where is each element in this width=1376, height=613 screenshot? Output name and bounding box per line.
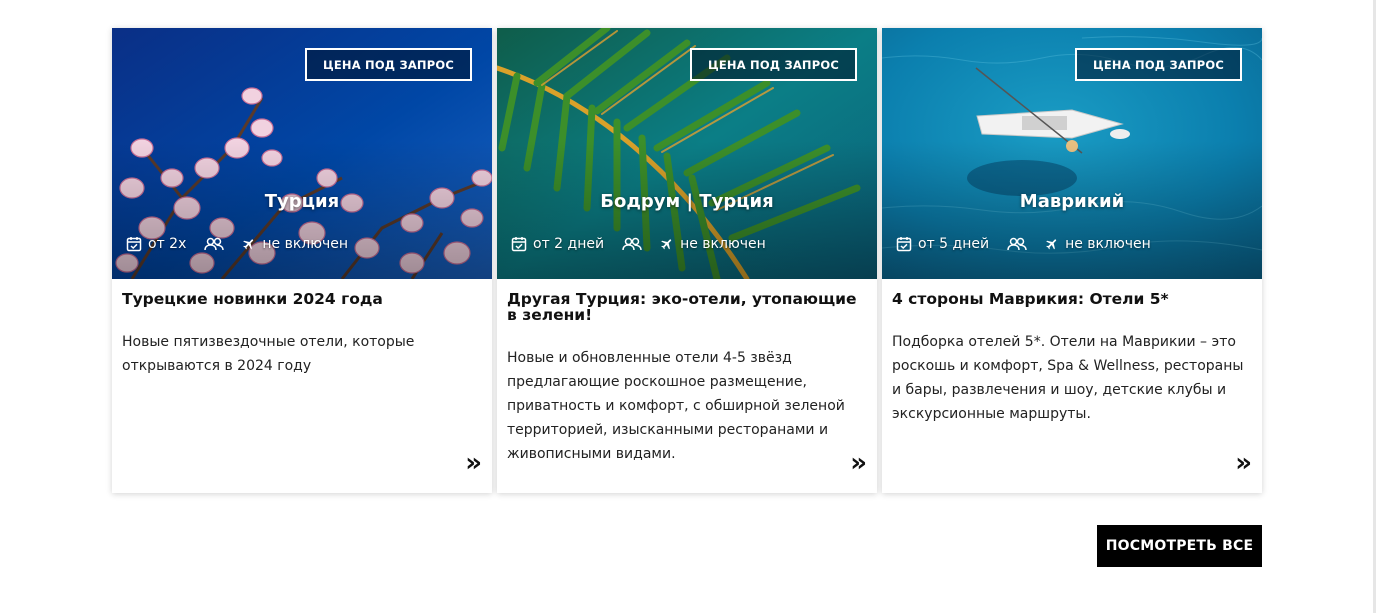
card-body: Другая Турция: эко-отели, утопающие в зе…	[497, 279, 877, 466]
price-on-request-badge[interactable]: ЦЕНА ПОД ЗАПРОС	[1074, 48, 1242, 81]
tour-meta: от 2х не включен	[126, 236, 348, 252]
flight-text: не включен	[262, 236, 349, 252]
page: ЦЕНА ПОД ЗАПРОС Турция от 2х не включен …	[0, 0, 1376, 613]
card-description: Подборка отелей 5*. Отели на Маврикии – …	[892, 334, 1244, 422]
price-on-request-badge[interactable]: ЦЕНА ПОД ЗАПРОС	[304, 48, 472, 81]
duration-text: от 2 дней	[533, 236, 605, 252]
airplane-icon	[661, 239, 672, 250]
airplane-icon	[243, 239, 254, 250]
card-hero-image[interactable]: ЦЕНА ПОД ЗАПРОС Бодрум | Турция от 2 дне…	[497, 28, 877, 279]
card-title[interactable]: 4 стороны Маврикия: Отели 5*	[892, 291, 1252, 307]
calendar-check-icon	[126, 237, 142, 252]
card-description: Новые и обновленные отели 4-5 звёзд пред…	[507, 350, 845, 462]
tour-meta: от 2 дней не включен	[511, 236, 766, 252]
tour-card-turkey-novelties[interactable]: ЦЕНА ПОД ЗАПРОС Турция от 2х не включен …	[112, 28, 492, 493]
calendar-check-icon	[896, 237, 912, 252]
card-body: Турецкие новинки 2024 года Новые пятизве…	[112, 279, 492, 378]
card-description: Новые пятизвездочные отели, которые откр…	[122, 334, 415, 374]
flight-text: не включен	[680, 236, 766, 252]
people-icon	[204, 237, 225, 251]
tour-card-eco-hotels[interactable]: ЦЕНА ПОД ЗАПРОС Бодрум | Турция от 2 дне…	[497, 28, 877, 493]
double-chevron-right-icon[interactable]: »	[1235, 450, 1252, 476]
card-title[interactable]: Другая Турция: эко-отели, утопающие в зе…	[507, 291, 867, 323]
tour-card-mauritius[interactable]: ЦЕНА ПОД ЗАПРОС Маврикий от 5 дней не вк…	[882, 28, 1262, 493]
double-chevron-right-icon[interactable]: »	[465, 450, 482, 476]
destination-title: Маврикий	[1019, 191, 1125, 212]
airplane-icon	[1046, 239, 1057, 250]
duration-text: от 2х	[148, 236, 187, 252]
destination-title: Турция	[264, 191, 340, 212]
duration-text: от 5 дней	[918, 236, 990, 252]
people-icon	[622, 237, 642, 251]
tour-cards-row: ЦЕНА ПОД ЗАПРОС Турция от 2х не включен …	[112, 28, 1262, 493]
people-icon	[1007, 237, 1027, 251]
tour-meta: от 5 дней не включен	[896, 236, 1151, 252]
card-hero-image[interactable]: ЦЕНА ПОД ЗАПРОС Маврикий от 5 дней не вк…	[882, 28, 1262, 279]
destination-title: Бодрум | Турция	[600, 191, 774, 212]
view-all-button[interactable]: ПОСМОТРЕТЬ ВСЕ	[1097, 525, 1262, 567]
double-chevron-right-icon[interactable]: »	[850, 450, 867, 476]
calendar-check-icon	[511, 237, 527, 252]
card-hero-image[interactable]: ЦЕНА ПОД ЗАПРОС Турция от 2х не включен	[112, 28, 492, 279]
card-title[interactable]: Турецкие новинки 2024 года	[122, 291, 482, 307]
flight-text: не включен	[1065, 236, 1151, 252]
card-body: 4 стороны Маврикия: Отели 5* Подборка от…	[882, 279, 1262, 426]
price-on-request-badge[interactable]: ЦЕНА ПОД ЗАПРОС	[689, 48, 857, 81]
